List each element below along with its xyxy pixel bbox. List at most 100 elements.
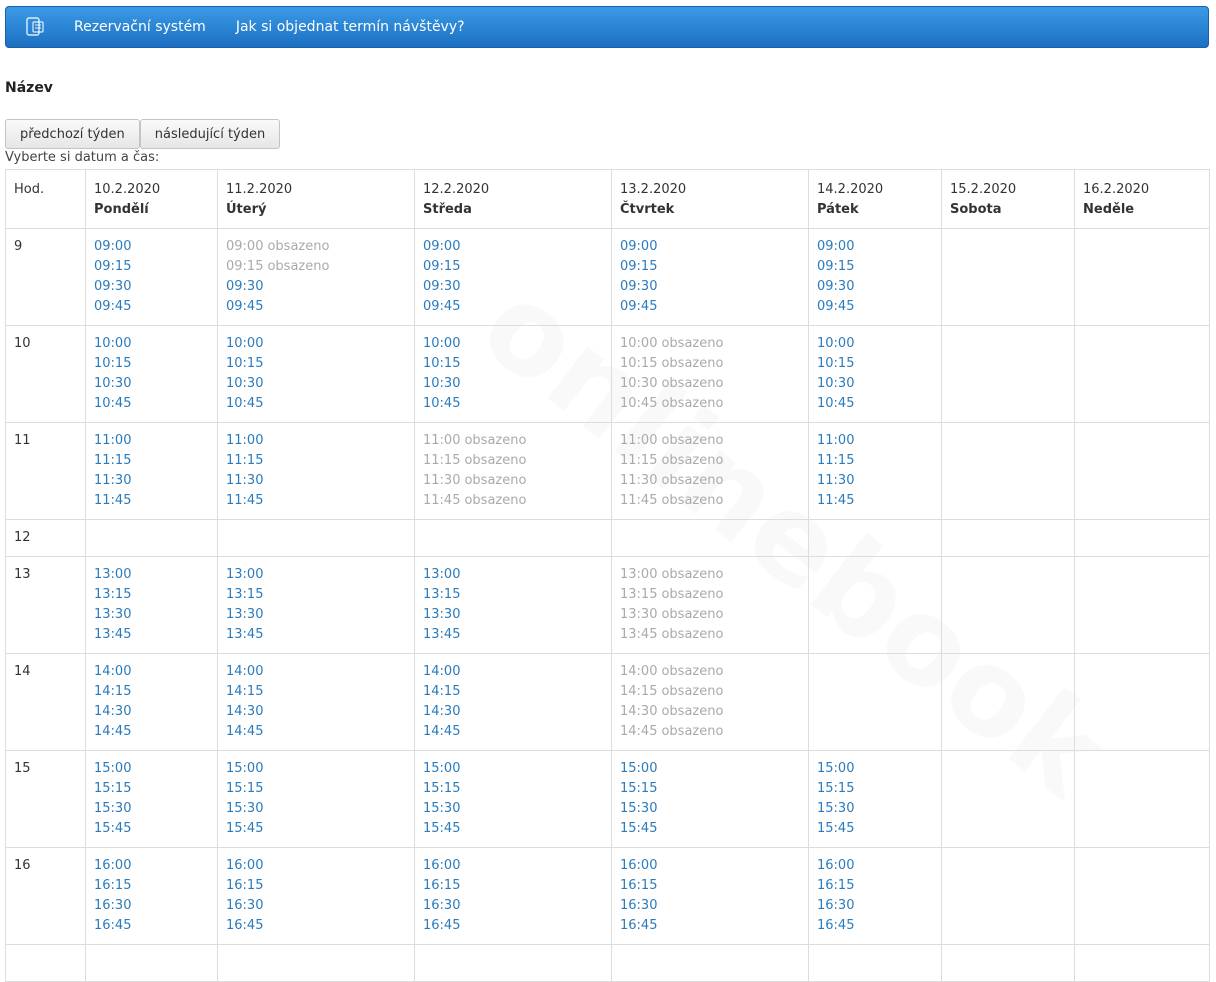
nav-link-reservation-system[interactable]: Rezervační systém (74, 19, 206, 35)
time-slot[interactable]: 14:15 (423, 682, 603, 702)
time-slot[interactable]: 15:45 (620, 819, 800, 839)
time-slot[interactable]: 15:30 (817, 799, 933, 819)
time-slot[interactable]: 11:15 (817, 451, 933, 471)
time-slot[interactable]: 09:30 (620, 277, 800, 297)
time-slot[interactable]: 16:30 (423, 896, 603, 916)
time-slot[interactable]: 14:15 (226, 682, 406, 702)
time-slot[interactable]: 10:00 (817, 334, 933, 354)
time-slot[interactable]: 09:45 (226, 297, 406, 317)
time-slot[interactable]: 09:15 (423, 257, 603, 277)
time-slot[interactable]: 09:45 (620, 297, 800, 317)
time-slot[interactable]: 10:45 (423, 394, 603, 414)
time-slot[interactable]: 10:30 (94, 374, 209, 394)
time-slot[interactable]: 14:15 (94, 682, 209, 702)
time-slot[interactable]: 10:45 (94, 394, 209, 414)
time-slot[interactable]: 10:45 (817, 394, 933, 414)
time-slot[interactable]: 10:45 (226, 394, 406, 414)
time-slot[interactable]: 11:15 (226, 451, 406, 471)
time-slot[interactable]: 15:00 (620, 759, 800, 779)
time-slot[interactable]: 15:15 (226, 779, 406, 799)
time-slot[interactable]: 16:15 (817, 876, 933, 896)
time-slot[interactable]: 16:00 (94, 856, 209, 876)
time-slot[interactable]: 16:30 (620, 896, 800, 916)
time-slot[interactable]: 16:45 (620, 916, 800, 936)
time-slot[interactable]: 15:45 (817, 819, 933, 839)
time-slot[interactable]: 09:45 (94, 297, 209, 317)
time-slot[interactable]: 13:00 (226, 565, 406, 585)
time-slot[interactable]: 16:45 (226, 916, 406, 936)
time-slot[interactable]: 11:45 (817, 491, 933, 511)
time-slot[interactable]: 15:15 (620, 779, 800, 799)
time-slot[interactable]: 13:15 (94, 585, 209, 605)
time-slot[interactable]: 13:15 (226, 585, 406, 605)
time-slot[interactable]: 16:00 (620, 856, 800, 876)
previous-week-button[interactable]: předchozí týden (5, 119, 140, 149)
time-slot[interactable]: 11:15 (94, 451, 209, 471)
time-slot[interactable]: 16:15 (226, 876, 406, 896)
time-slot[interactable]: 10:30 (226, 374, 406, 394)
time-slot[interactable]: 10:15 (226, 354, 406, 374)
time-slot[interactable]: 09:15 (817, 257, 933, 277)
time-slot[interactable]: 15:30 (226, 799, 406, 819)
time-slot[interactable]: 16:15 (620, 876, 800, 896)
nav-link-how-to-book[interactable]: Jak si objednat termín návštěvy? (236, 19, 465, 35)
time-slot[interactable]: 13:30 (226, 605, 406, 625)
time-slot[interactable]: 14:30 (94, 702, 209, 722)
time-slot[interactable]: 10:00 (423, 334, 603, 354)
time-slot[interactable]: 15:15 (94, 779, 209, 799)
time-slot[interactable]: 13:30 (94, 605, 209, 625)
time-slot[interactable]: 16:30 (226, 896, 406, 916)
time-slot[interactable]: 09:30 (423, 277, 603, 297)
time-slot[interactable]: 16:45 (817, 916, 933, 936)
time-slot[interactable]: 09:15 (94, 257, 209, 277)
time-slot[interactable]: 09:30 (226, 277, 406, 297)
time-slot[interactable]: 11:45 (226, 491, 406, 511)
time-slot[interactable]: 14:30 (226, 702, 406, 722)
time-slot[interactable]: 16:30 (94, 896, 209, 916)
time-slot[interactable]: 11:00 (817, 431, 933, 451)
calendar-phone-icon[interactable] (26, 17, 46, 37)
time-slot[interactable]: 16:30 (817, 896, 933, 916)
time-slot[interactable]: 10:30 (423, 374, 603, 394)
time-slot[interactable]: 15:00 (817, 759, 933, 779)
time-slot[interactable]: 09:00 (94, 237, 209, 257)
time-slot[interactable]: 10:00 (226, 334, 406, 354)
time-slot[interactable]: 11:30 (817, 471, 933, 491)
time-slot[interactable]: 15:30 (620, 799, 800, 819)
time-slot[interactable]: 13:15 (423, 585, 603, 605)
time-slot[interactable]: 13:45 (423, 625, 603, 645)
time-slot[interactable]: 14:00 (94, 662, 209, 682)
time-slot[interactable]: 16:45 (94, 916, 209, 936)
time-slot[interactable]: 15:15 (423, 779, 603, 799)
time-slot[interactable]: 16:15 (423, 876, 603, 896)
time-slot[interactable]: 16:00 (817, 856, 933, 876)
time-slot[interactable]: 14:45 (226, 722, 406, 742)
time-slot[interactable]: 15:30 (423, 799, 603, 819)
time-slot[interactable]: 09:15 (620, 257, 800, 277)
time-slot[interactable]: 11:00 (94, 431, 209, 451)
time-slot[interactable]: 15:00 (226, 759, 406, 779)
time-slot[interactable]: 10:15 (817, 354, 933, 374)
next-week-button[interactable]: následující týden (139, 119, 281, 149)
time-slot[interactable]: 11:00 (226, 431, 406, 451)
time-slot[interactable]: 11:30 (226, 471, 406, 491)
time-slot[interactable]: 13:30 (423, 605, 603, 625)
time-slot[interactable]: 13:45 (94, 625, 209, 645)
time-slot[interactable]: 09:00 (620, 237, 800, 257)
time-slot[interactable]: 14:00 (226, 662, 406, 682)
time-slot[interactable]: 13:00 (94, 565, 209, 585)
time-slot[interactable]: 10:30 (817, 374, 933, 394)
time-slot[interactable]: 13:00 (423, 565, 603, 585)
time-slot[interactable]: 15:45 (423, 819, 603, 839)
time-slot[interactable]: 15:15 (817, 779, 933, 799)
time-slot[interactable]: 09:00 (423, 237, 603, 257)
time-slot[interactable]: 09:30 (94, 277, 209, 297)
time-slot[interactable]: 14:45 (423, 722, 603, 742)
time-slot[interactable]: 15:00 (94, 759, 209, 779)
time-slot[interactable]: 09:45 (817, 297, 933, 317)
time-slot[interactable]: 11:45 (94, 491, 209, 511)
time-slot[interactable]: 13:45 (226, 625, 406, 645)
time-slot[interactable]: 14:30 (423, 702, 603, 722)
time-slot[interactable]: 14:00 (423, 662, 603, 682)
time-slot[interactable]: 09:30 (817, 277, 933, 297)
